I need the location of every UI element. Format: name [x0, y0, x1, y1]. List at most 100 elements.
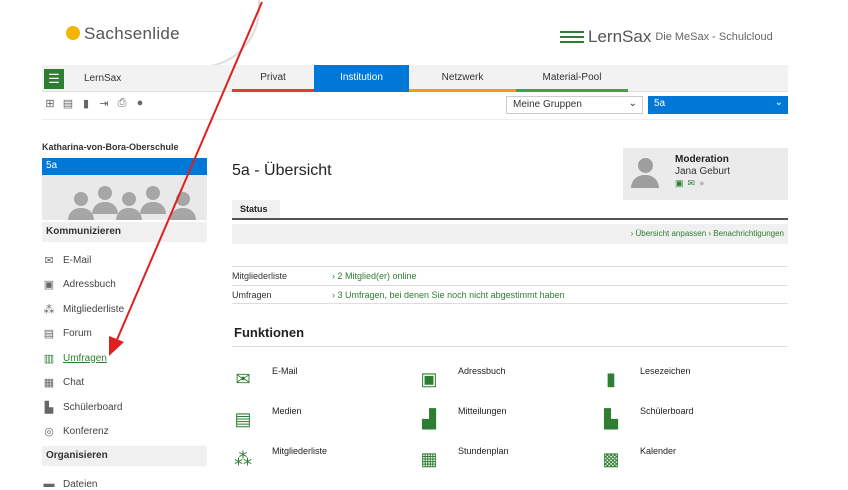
- sidebar-item-chat[interactable]: ▦ Chat: [42, 371, 207, 396]
- sidebar: Katharina-von-Bora-Oberschule 5a Kommuni…: [42, 140, 207, 490]
- overview-links[interactable]: › Übersicht anpassen › Benachrichtigunge…: [232, 224, 788, 244]
- sidebar-item-label: Umfragen: [63, 352, 107, 364]
- info-key: Mitgliederliste: [232, 271, 288, 281]
- group-select-value: Meine Gruppen: [513, 99, 582, 110]
- sidebar-class[interactable]: 5a: [42, 158, 207, 175]
- mail-icon[interactable]: ✉: [688, 178, 696, 189]
- info-link[interactable]: › 2 Mitglied(er) online: [332, 271, 417, 281]
- lernsax-brand[interactable]: LernSax Die MeSax - Schulcloud: [560, 27, 773, 47]
- functions-title: Funktionen: [234, 325, 305, 340]
- function-mitgliederliste[interactable]: ⁂ Mitgliederliste: [232, 444, 412, 474]
- tab-status[interactable]: Status: [232, 200, 280, 219]
- vcard-icon[interactable]: ▣: [675, 178, 684, 189]
- moderation-role: Moderation: [675, 154, 729, 165]
- function-medien[interactable]: ▤ Medien: [232, 404, 412, 434]
- sidebar-item-label: Mitgliederliste: [63, 303, 125, 315]
- sidebar-item-email[interactable]: ✉ E-Mail: [42, 248, 207, 273]
- person-icon: [68, 192, 94, 220]
- media-icon: ▤: [232, 408, 254, 430]
- sachsen-logo[interactable]: Sachsenlide: [50, 22, 250, 44]
- class-select-value: 5a: [654, 98, 666, 109]
- files-icon: ▬: [43, 478, 55, 490]
- mail-icon: ✉: [44, 254, 54, 267]
- group-avatar: [42, 175, 207, 220]
- lernsax-logo-icon: [560, 31, 584, 43]
- function-adressbuch[interactable]: ▣ Adressbuch: [418, 364, 598, 394]
- sidebar-item-dateien[interactable]: ▬ Dateien: [42, 472, 207, 490]
- function-label: Kalender: [640, 446, 677, 456]
- sitemap-icon[interactable]: ⊞: [44, 97, 56, 110]
- page-title: 5a - Übersicht: [232, 162, 332, 179]
- sidebar-org[interactable]: Katharina-von-Bora-Oberschule: [42, 140, 207, 158]
- sidebar-item-konferenz[interactable]: ◎ Konferenz: [42, 420, 207, 445]
- toolbar: ⊞ ▤ ▮ ⇥ ⎙ ● Meine Gruppen ⌄ 5a ⌄: [42, 96, 788, 114]
- class-select[interactable]: 5a ⌄: [648, 96, 788, 114]
- info-table: Mitgliederliste › 2 Mitglied(er) online …: [232, 266, 788, 304]
- timetable-icon: ▦: [418, 448, 440, 470]
- board-icon: ▙: [44, 401, 54, 414]
- tab-privat[interactable]: Privat: [232, 65, 314, 92]
- print-icon[interactable]: ⎙: [116, 97, 128, 110]
- brand-name: LernSax: [588, 27, 652, 46]
- sidebar-item-label: Adressbuch: [63, 279, 116, 291]
- person-icon: [170, 192, 196, 220]
- function-label: Stundenplan: [458, 446, 509, 456]
- function-label: Schülerboard: [640, 406, 694, 416]
- function-label: Medien: [272, 406, 302, 416]
- main-navbar: ☰ LernSax Privat Institution Netzwerk Ma…: [42, 65, 788, 92]
- section-organisieren: Organisieren: [42, 446, 207, 466]
- sidebar-item-label: Chat: [63, 377, 85, 389]
- sidebar-item-mitgliederliste[interactable]: ⁂ Mitgliederliste: [42, 297, 207, 322]
- note-icon[interactable]: ▤: [62, 97, 74, 110]
- addressbook-icon: ▣: [43, 279, 55, 292]
- sidebar-item-label: Konferenz: [63, 426, 109, 438]
- info-key: Umfragen: [232, 289, 272, 300]
- function-kalender[interactable]: ▩ Kalender: [600, 444, 780, 474]
- menu-icon[interactable]: ☰: [44, 68, 64, 89]
- function-mitteilungen[interactable]: ▟ Mitteilungen: [418, 404, 598, 434]
- function-lesezeichen[interactable]: ▮ Lesezeichen: [600, 364, 780, 394]
- function-label: Lesezeichen: [640, 366, 691, 376]
- moderator-name[interactable]: Jana Geburt: [675, 166, 730, 177]
- nav-home[interactable]: ☰ LernSax: [42, 65, 232, 92]
- tab-netzwerk[interactable]: Netzwerk: [409, 65, 516, 92]
- tab-material-pool[interactable]: Material-Pool: [516, 65, 628, 92]
- moderation-card: Moderation Jana Geburt ▣ ✉ ●: [623, 148, 788, 200]
- divider: [232, 218, 788, 220]
- function-stundenplan[interactable]: ▦ Stundenplan: [418, 444, 598, 474]
- chevron-down-icon: ⌄: [774, 97, 783, 108]
- function-label: Adressbuch: [458, 366, 506, 376]
- bookmark-icon[interactable]: ▮: [80, 97, 92, 110]
- online-status-icon: ●: [699, 178, 705, 188]
- function-label: E-Mail: [272, 366, 298, 376]
- person-icon: [116, 192, 142, 220]
- sidebar-item-label: Schülerboard: [63, 401, 123, 413]
- info-link[interactable]: › 3 Umfragen, bei denen Sie noch nicht a…: [332, 290, 565, 300]
- brand-subtitle: Die MeSax - Schulcloud: [655, 31, 773, 43]
- addressbook-icon: ▣: [418, 368, 440, 390]
- chart-icon: ▥: [43, 352, 55, 365]
- divider: [42, 119, 788, 120]
- sun-icon: [66, 26, 80, 40]
- avatar: [631, 158, 659, 188]
- table-row: Umfragen › 3 Umfragen, bei denen Sie noc…: [232, 285, 788, 304]
- help-icon[interactable]: ●: [134, 97, 146, 110]
- calendar-icon: ▩: [600, 448, 622, 470]
- person-icon: [140, 186, 166, 214]
- logo-text: Sachsenlide: [84, 24, 180, 43]
- group-select[interactable]: Meine Gruppen ⌄: [506, 96, 643, 114]
- function-email[interactable]: ✉ E-Mail: [232, 364, 412, 394]
- sidebar-item-schuelerboard[interactable]: ▙ Schülerboard: [42, 395, 207, 420]
- sidebar-item-label: E-Mail: [63, 254, 92, 266]
- bookmark-icon: ▮: [600, 368, 622, 390]
- sidebar-item-forum[interactable]: ▤ Forum: [42, 322, 207, 347]
- sidebar-item-umfragen[interactable]: ▥ Umfragen: [42, 346, 207, 371]
- login-icon[interactable]: ⇥: [98, 97, 110, 110]
- conference-icon: ◎: [44, 426, 54, 439]
- function-schuelerboard[interactable]: ▙ Schülerboard: [600, 404, 780, 434]
- tab-institution[interactable]: Institution: [314, 65, 409, 92]
- nav-home-label: LernSax: [84, 73, 122, 84]
- mail-icon: ✉: [232, 368, 254, 390]
- divider: [232, 346, 788, 347]
- sidebar-item-adressbuch[interactable]: ▣ Adressbuch: [42, 273, 207, 298]
